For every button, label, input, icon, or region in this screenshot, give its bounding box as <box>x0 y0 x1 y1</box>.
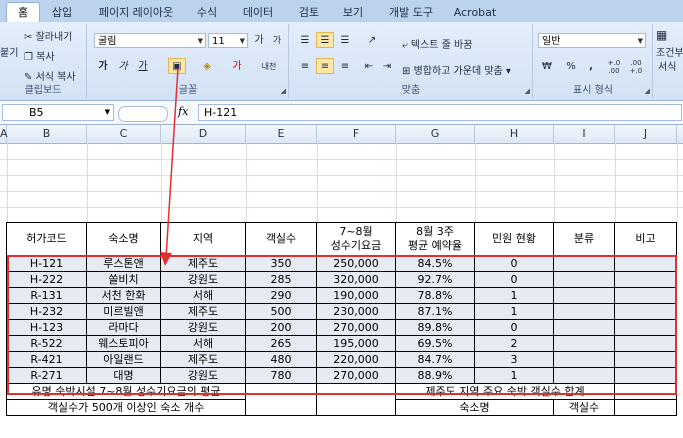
annotation-arrow <box>160 67 179 266</box>
arrow-line <box>165 67 179 259</box>
arrow-head-icon <box>160 252 172 266</box>
